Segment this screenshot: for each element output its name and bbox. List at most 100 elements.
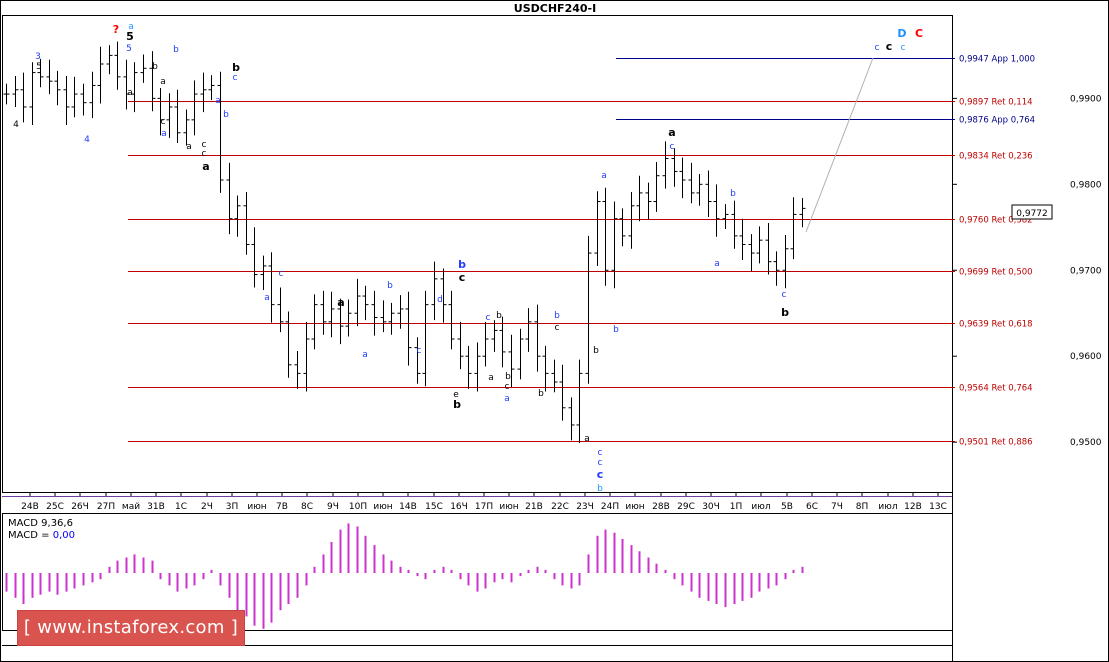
y-tick-label: 0,9600 xyxy=(1070,352,1102,362)
wave-label: c xyxy=(486,313,491,323)
x-tick-label: 16Ч xyxy=(450,502,468,512)
x-tick-label: 8С xyxy=(301,502,313,512)
macd-title: MACD 9,36,6 xyxy=(8,518,73,529)
wave-label: b xyxy=(387,281,393,291)
x-tick-label: 30Ч xyxy=(702,502,720,512)
wave-label: b xyxy=(593,346,599,356)
wave-label: 5 xyxy=(126,44,132,54)
x-tick-label: 5В xyxy=(781,502,793,512)
macd-value-line: MACD = 0,00 xyxy=(8,530,75,541)
wave-label: c xyxy=(202,149,207,159)
wave-label: a xyxy=(584,434,590,444)
wave-label: a xyxy=(215,96,221,106)
x-tick-label: 15С xyxy=(425,502,443,512)
wave-label: c xyxy=(505,382,510,392)
wave-label: 5 xyxy=(126,30,134,43)
wave-label: b xyxy=(152,62,158,72)
wave-label: c xyxy=(886,40,893,53)
wave-label: 4 xyxy=(13,120,19,130)
wave-label: c xyxy=(417,346,422,356)
wave-label: c xyxy=(161,117,166,127)
level-label: 0,9876 App 0,764 xyxy=(959,116,1035,126)
wave-label: b xyxy=(538,389,544,399)
wave-label: b xyxy=(505,372,511,382)
wave-label: a xyxy=(161,129,167,139)
current-price-label: 0,9772 xyxy=(1016,209,1048,219)
x-tick-label: 13С xyxy=(929,502,947,512)
wave-label: a xyxy=(601,171,607,181)
wave-label: c xyxy=(598,448,603,458)
wave-label: ? xyxy=(113,23,119,36)
level-label: 0,9699 Ret 0,500 xyxy=(959,268,1033,278)
x-tick-label: июн xyxy=(247,502,266,512)
wave-label: b xyxy=(554,311,560,321)
x-tick-label: 7В xyxy=(276,502,288,512)
wave-label: 3 xyxy=(35,52,41,62)
x-tick-label: 22С xyxy=(551,502,569,512)
macd-value-label: MACD = xyxy=(8,530,53,541)
x-tick-label: 7Ч xyxy=(831,502,843,512)
wave-label: a xyxy=(202,160,209,173)
level-label: 0,9834 Ret 0,236 xyxy=(959,152,1033,162)
wave-label: a xyxy=(504,394,510,404)
x-tick-label: 6С xyxy=(806,502,818,512)
wave-label: c xyxy=(670,142,675,152)
x-tick-label: 21В xyxy=(525,502,543,512)
chart-title: USDCHF240-I xyxy=(514,2,596,15)
wave-label: c xyxy=(233,73,238,83)
wave-label: D xyxy=(897,27,906,40)
wave-label: d xyxy=(437,295,443,305)
wave-label: b xyxy=(458,258,466,271)
wave-label: a xyxy=(127,88,133,98)
level-label: 0,9947 App 1,000 xyxy=(959,55,1035,65)
wave-label: b xyxy=(730,189,736,199)
wave-label: b xyxy=(173,45,179,55)
x-tick-label: 27П xyxy=(97,502,115,512)
x-tick-label: июл xyxy=(751,502,770,512)
wave-label: c xyxy=(555,323,560,333)
wave-label: b xyxy=(781,306,789,319)
level-label: 0,9501 Ret 0,886 xyxy=(959,438,1033,448)
y-tick-label: 0,9800 xyxy=(1070,180,1102,190)
x-tick-label: июл xyxy=(878,502,897,512)
wave-label: 4 xyxy=(84,135,90,145)
wave-label: C xyxy=(915,27,923,40)
wave-label: a xyxy=(362,350,368,360)
wave-label: a xyxy=(264,293,270,303)
x-tick-label: 25С xyxy=(46,502,64,512)
x-tick-label: июн xyxy=(373,502,392,512)
wave-label: a xyxy=(186,142,192,152)
x-tick-label: 26Ч xyxy=(71,502,89,512)
wave-label: c xyxy=(597,468,604,481)
x-tick-label: 24В xyxy=(21,502,39,512)
wave-label: b xyxy=(453,398,461,411)
wave-label: 5 xyxy=(36,62,42,72)
wave-label: a xyxy=(337,296,344,309)
x-tick-label: 24П xyxy=(601,502,619,512)
x-tick-label: 23Ч xyxy=(576,502,594,512)
chart-canvas: USDCHF240-I 0,9947 App 1,000 0,9897 Ret 0… xyxy=(0,0,1109,662)
chart-window: USDCHF240-I 0,9947 App 1,000 0,9897 Ret 0… xyxy=(0,0,1109,662)
x-tick-label: 3П xyxy=(226,502,239,512)
macd-value: 0,00 xyxy=(53,530,75,541)
x-tick-label: 14В xyxy=(399,502,417,512)
x-tick-label: 12В xyxy=(904,502,922,512)
wave-label: c xyxy=(875,43,880,53)
wave-label: a xyxy=(668,126,675,139)
x-tick-label: 8П xyxy=(856,502,869,512)
wave-label: a xyxy=(488,373,494,383)
x-tick-label: июн xyxy=(625,502,644,512)
x-tick-label: 9Ч xyxy=(327,502,339,512)
x-tick-label: 17П xyxy=(475,502,493,512)
y-tick-label: 0,9700 xyxy=(1070,266,1102,276)
x-tick-label: 10П xyxy=(349,502,367,512)
x-tick-label: 1С xyxy=(175,502,187,512)
x-tick-label: 2Ч xyxy=(201,502,213,512)
x-tick-label: май xyxy=(122,502,140,512)
wave-label: c xyxy=(901,43,906,53)
level-label: 0,9639 Ret 0,618 xyxy=(959,320,1033,330)
y-tick-label: 0,9900 xyxy=(1070,94,1102,104)
wave-label: c xyxy=(279,269,284,279)
y-tick-label: 0,9500 xyxy=(1070,438,1102,448)
wave-label: c xyxy=(459,271,466,284)
